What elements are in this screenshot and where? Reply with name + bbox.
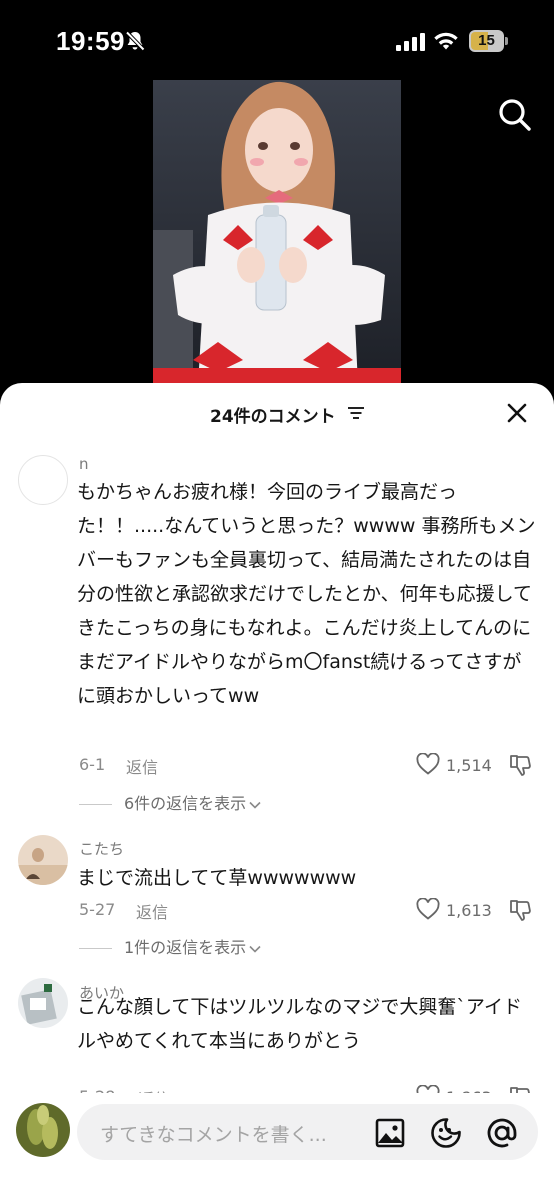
signal-icon	[396, 33, 425, 51]
comment-input-placeholder: すてきなコメントを書く...	[100, 1124, 327, 1146]
comments-header: 24件のコメント	[0, 383, 554, 441]
comment-item: n もかちゃんお疲れ様！今回のライブ最高だった！！.....なんていうと思った？…	[0, 453, 554, 823]
comments-sheet: 24件のコメント n もかちゃんお疲れ様！今回のライブ最高だった！！.....な…	[0, 383, 554, 1200]
comment-username[interactable]: こたち	[79, 838, 124, 859]
heart-icon[interactable]	[416, 898, 440, 920]
sort-icon[interactable]	[348, 406, 364, 420]
comment-item: こたち まじで流出してて草wwwwwww 5-27 返信 1,613 1件の返信…	[0, 833, 554, 963]
dislike-icon[interactable]	[508, 753, 532, 777]
image-icon[interactable]	[375, 1118, 405, 1148]
close-icon[interactable]	[506, 402, 528, 424]
comment-text: まじで流出してて草wwwwwww	[77, 867, 357, 889]
reply-button[interactable]: 返信	[136, 899, 168, 923]
avatar[interactable]	[18, 455, 68, 505]
comment-input-bar: すてきなコメントを書く...	[0, 1093, 554, 1200]
comment-date: 5-27	[79, 900, 116, 919]
dislike-icon[interactable]	[508, 898, 532, 922]
chevron-down-icon	[249, 945, 261, 953]
avatar[interactable]	[18, 835, 68, 885]
heart-icon[interactable]	[416, 753, 440, 775]
comments-title: 24件のコメント	[210, 407, 336, 427]
comment-text: こんな顔して下はツルツルなのマジで大興奮`アイドルやめてくれて本当にありがとう	[77, 996, 522, 1052]
view-replies-label: 6件の返信を表示	[124, 794, 247, 813]
mention-icon[interactable]	[485, 1116, 519, 1150]
search-icon[interactable]	[496, 96, 534, 134]
comment-text: もかちゃんお疲れ様！今回のライブ最高だった！！.....なんていうと思った？ww…	[77, 481, 536, 707]
view-replies-button[interactable]: 1件の返信を表示	[79, 934, 261, 957]
comment-input[interactable]: すてきなコメントを書く...	[77, 1104, 538, 1160]
bell-off-icon	[125, 31, 145, 51]
avatar[interactable]	[18, 978, 68, 1028]
wifi-icon	[434, 32, 458, 50]
avatar[interactable]	[16, 1103, 70, 1157]
battery-level: 15	[478, 32, 495, 49]
comment-username[interactable]: n	[79, 455, 89, 473]
battery-icon: 15	[469, 30, 509, 52]
status-time: 19:59	[56, 26, 125, 56]
comment-date: 6-1	[79, 755, 106, 774]
status-bar: 19:59 15	[0, 0, 554, 80]
reply-button[interactable]: 返信	[126, 754, 158, 778]
video-thumbnail[interactable]	[153, 80, 401, 385]
sticker-icon[interactable]	[430, 1117, 462, 1149]
like-count: 1,613	[446, 901, 492, 920]
view-replies-label: 1件の返信を表示	[124, 938, 247, 957]
like-count: 1,514	[446, 756, 492, 775]
view-replies-button[interactable]: 6件の返信を表示	[79, 790, 261, 813]
comment-item: あいか こんな顔して下はツルツルなのマジで大興奮`アイドルやめてくれて本当にあり…	[0, 976, 554, 1109]
idol-photo	[153, 80, 401, 385]
chevron-down-icon	[249, 801, 261, 809]
